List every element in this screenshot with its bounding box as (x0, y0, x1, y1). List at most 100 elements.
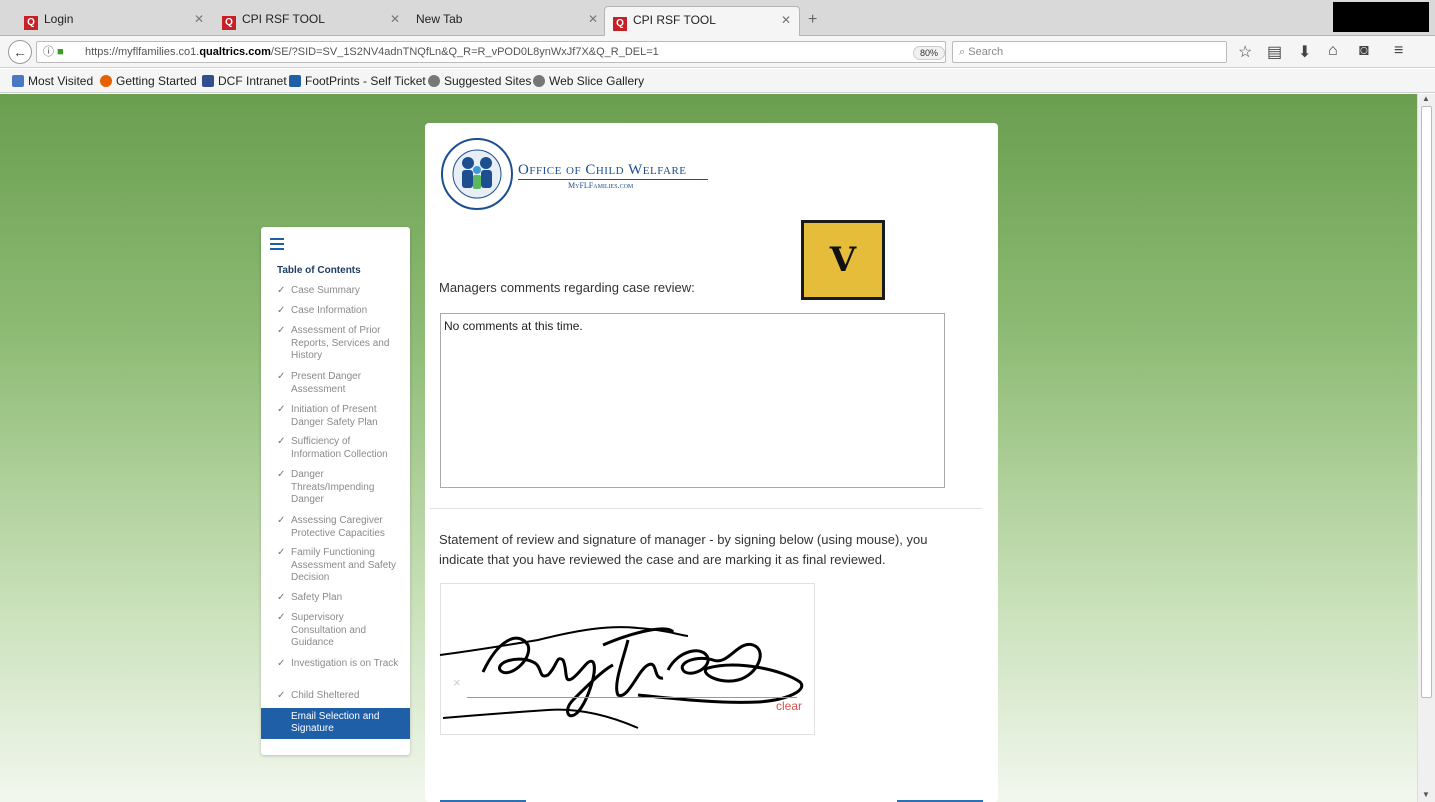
org-title: Office of Child Welfare (518, 162, 687, 178)
bookmark-most-visited[interactable]: Most Visited (12, 74, 93, 88)
bookmark-getting-started[interactable]: Getting Started (100, 74, 197, 88)
toc-item-initiation-safety-plan[interactable]: ✓ Initiation of Present Danger Safety Pla… (277, 404, 402, 429)
toc-item-present-danger-assessment[interactable]: ✓ Present Danger Assessment (277, 371, 402, 396)
tab-label: CPI RSF TOOL (633, 13, 716, 27)
browser-nav-bar: ← ⓘ ■ https://myflfamilies.co1.qualtrics… (0, 36, 1435, 68)
toc-item-investigation-on-track[interactable]: ✓ Investigation is on Track (277, 658, 402, 671)
toc-item-label: Present Danger Assessment (291, 371, 362, 395)
logo-divider (518, 179, 708, 180)
toc-item-child-sheltered[interactable]: ✓ Child Sheltered (277, 690, 402, 703)
downloads-icon[interactable]: ⬇ (1298, 42, 1311, 62)
close-tab-icon[interactable]: ✕ (390, 12, 400, 26)
toc-item-supervisory-consultation[interactable]: ✓ Supervisory Consultation and Guidance (277, 612, 402, 650)
bookmark-suggested-sites[interactable]: Suggested Sites (428, 74, 531, 88)
toc-item-label: Family Functioning Assessment and Safety… (291, 547, 397, 583)
check-icon: ✓ (277, 325, 286, 336)
url-domain: qualtrics.com (199, 46, 271, 58)
toc-item-label: Sufficiency of Information Collection (291, 436, 388, 460)
tab-login[interactable]: Q Login ✕ (24, 6, 209, 36)
toc-item-label: Assessment of Prior Reports, Services an… (291, 325, 390, 361)
reading-list-icon[interactable]: ▤ (1267, 42, 1282, 62)
search-placeholder: Search (968, 46, 1004, 58)
toc-item-email-selection-signature[interactable]: Email Selection and Signature (261, 708, 410, 739)
annotation-badge: V (801, 220, 885, 300)
check-icon: ✓ (277, 305, 286, 316)
menu-icon[interactable]: ≡ (1394, 42, 1403, 60)
toc-item-danger-threats[interactable]: ✓ Danger Threats/Impending Danger (277, 469, 402, 507)
home-icon[interactable]: ⌂ (1328, 42, 1338, 60)
toc-item-label: Danger Threats/Impending Danger (291, 469, 375, 505)
scroll-up-arrow-icon[interactable]: ▲ (1422, 94, 1430, 103)
bookmark-footprints[interactable]: FootPrints - Self Ticket (289, 74, 426, 88)
check-icon: ✓ (277, 469, 286, 480)
toc-item-sufficiency[interactable]: ✓ Sufficiency of Information Collection (277, 436, 402, 461)
url-text[interactable]: https://myflfamilies.co1.qualtrics.com/S… (85, 42, 659, 62)
bookmark-label: Suggested Sites (444, 74, 532, 88)
check-icon: ✓ (277, 658, 286, 669)
toc-item-label: Supervisory Consultation and Guidance (291, 612, 367, 648)
toc-item-case-summary[interactable]: ✓ Case Summary (277, 285, 402, 298)
tab-label: Login (44, 12, 74, 26)
check-icon: ✓ (277, 612, 286, 623)
check-icon: ✓ (277, 592, 286, 603)
search-icon: ⌕ (959, 46, 966, 58)
tab-cpi-rsf-tool-active[interactable]: Q CPI RSF TOOL ✕ (604, 6, 800, 36)
url-bar[interactable]: ⓘ ■ https://myflfamilies.co1.qualtrics.c… (36, 41, 969, 63)
bookmark-folder-icon (12, 75, 24, 87)
search-input[interactable]: ⌕ Search (952, 41, 1227, 63)
qualtrics-favicon-icon: Q (222, 16, 236, 30)
close-tab-icon[interactable]: ✕ (588, 12, 598, 26)
vertical-scrollbar[interactable]: ▲ ▼ (1417, 94, 1435, 802)
check-icon: ✓ (277, 515, 286, 526)
bookmark-label: FootPrints - Self Ticket (305, 74, 426, 88)
bookmark-label: Most Visited (28, 74, 94, 88)
toc-item-label: Investigation is on Track (291, 658, 399, 669)
bookmark-label: DCF Intranet (218, 74, 287, 88)
signature-statement-label: Statement of review and signature of man… (439, 532, 928, 567)
toc-item-label: Case Information (291, 305, 368, 316)
bookmark-dcf-intranet[interactable]: DCF Intranet (202, 74, 287, 88)
toc-item-family-functioning[interactable]: ✓ Family Functioning Assessment and Safet… (277, 547, 402, 585)
tab-new-tab[interactable]: New Tab ✕ (416, 6, 601, 36)
bookmark-star-icon[interactable]: ☆ (1238, 42, 1252, 62)
url-path: /SE/?SID=SV_1S2NV4adnTNQfLn&Q_R=R_vPOD0L… (270, 46, 659, 58)
bookmark-label: Web Slice Gallery (549, 74, 645, 88)
toc-item-label: Assessing Caregiver Protective Capacitie… (291, 515, 385, 539)
bookmark-web-slice-gallery[interactable]: Web Slice Gallery (533, 74, 644, 88)
browser-tab-strip: Q Login ✕ Q CPI RSF TOOL ✕ New Tab ✕ Q CPI … (0, 0, 1435, 36)
info-icon[interactable]: ⓘ (43, 42, 54, 62)
handwritten-signature (439, 626, 804, 729)
close-tab-icon[interactable]: ✕ (781, 13, 791, 27)
tab-cpi-rsf-tool[interactable]: Q CPI RSF TOOL ✕ (222, 6, 407, 36)
managers-comments-label: Managers comments regarding case review: (439, 280, 695, 295)
check-icon: ✓ (277, 404, 286, 415)
url-prefix: https://myflfamilies.co1. (85, 46, 200, 58)
toc-item-caregiver-capacities[interactable]: ✓ Assessing Caregiver Protective Capaciti… (277, 515, 402, 540)
bookmark-label: Getting Started (116, 74, 197, 88)
toc-title: Table of Contents (277, 265, 361, 276)
check-icon: ✓ (277, 690, 286, 701)
tab-label: New Tab (416, 12, 463, 26)
toc-item-prior-reports[interactable]: ✓ Assessment of Prior Reports, Services a… (277, 325, 402, 363)
check-icon: ✓ (277, 436, 286, 447)
pocket-icon[interactable]: ◙ (1359, 42, 1369, 60)
toc-item-case-information[interactable]: ✓ Case Information (277, 305, 402, 318)
managers-comments-textarea[interactable]: No comments at this time. (440, 313, 945, 488)
close-tab-icon[interactable]: ✕ (194, 12, 204, 26)
scroll-down-arrow-icon[interactable]: ▼ (1422, 790, 1430, 799)
signature-x-mark: × (453, 675, 461, 690)
web-icon (533, 75, 545, 87)
toc-item-label: Safety Plan (291, 592, 343, 603)
zoom-indicator[interactable]: 80% (913, 46, 945, 60)
toc-menu-icon[interactable] (270, 238, 284, 250)
toc-item-label: Initiation of Present Danger Safety Plan (291, 404, 378, 428)
redacted-bar (1333, 2, 1429, 32)
toc-item-safety-plan[interactable]: ✓ Safety Plan (277, 592, 402, 605)
new-tab-plus-icon[interactable]: + (808, 11, 817, 29)
web-icon (428, 75, 440, 87)
clear-signature-link[interactable]: clear (776, 699, 802, 713)
back-arrow-icon[interactable]: ← (8, 40, 32, 64)
scroll-thumb[interactable] (1421, 106, 1432, 698)
lock-icon: ■ (57, 46, 64, 58)
check-icon: ✓ (277, 547, 286, 558)
